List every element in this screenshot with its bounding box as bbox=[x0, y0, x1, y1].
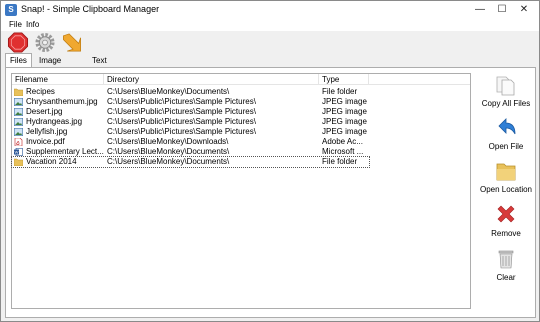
image-icon bbox=[14, 98, 23, 106]
cell-type: Microsoft ... bbox=[322, 147, 364, 156]
table-row[interactable]: W Supplementary Lect... C:\Users\BlueMon… bbox=[12, 147, 470, 157]
cell-directory: C:\Users\BlueMonkey\Documents\ bbox=[107, 157, 230, 166]
app-icon: S bbox=[5, 4, 17, 16]
cell-filename: Jellyfish.jpg bbox=[26, 127, 68, 136]
table-row[interactable]: Desert.jpg C:\Users\Public\Pictures\Samp… bbox=[12, 107, 470, 117]
copy-all-files-label: Copy All Files bbox=[481, 99, 531, 108]
cell-type: File folder bbox=[322, 87, 358, 96]
cell-type: JPEG image bbox=[322, 97, 367, 106]
copy-files-icon bbox=[496, 76, 515, 96]
red-x-icon bbox=[497, 205, 515, 223]
table-row[interactable]: Chrysanthemum.jpg C:\Users\Public\Pictur… bbox=[12, 97, 470, 107]
cell-type: JPEG image bbox=[322, 107, 367, 116]
gear-icon[interactable] bbox=[34, 32, 56, 53]
cell-filename: Chrysanthemum.jpg bbox=[26, 97, 98, 106]
tab-files[interactable]: Files bbox=[5, 53, 32, 67]
toolbar bbox=[1, 31, 539, 53]
pdf-icon bbox=[14, 138, 23, 146]
menu-info[interactable]: Info bbox=[26, 19, 39, 31]
title-bar: S Snap! - Simple Clipboard Manager — ☐ ✕ bbox=[1, 1, 539, 19]
cell-type: JPEG image bbox=[322, 117, 367, 126]
open-location-button[interactable]: Open Location bbox=[476, 160, 536, 194]
svg-text:W: W bbox=[15, 150, 19, 155]
open-location-label: Open Location bbox=[479, 185, 533, 194]
cell-filename: Recipes bbox=[26, 87, 55, 96]
table-row[interactable]: Jellyfish.jpg C:\Users\Public\Pictures\S… bbox=[12, 127, 470, 137]
remove-button[interactable]: Remove bbox=[476, 204, 536, 238]
cell-type: File folder bbox=[322, 157, 358, 166]
open-file-arrow-icon bbox=[498, 118, 516, 135]
cell-directory: C:\Users\BlueMonkey\Downloads\ bbox=[107, 137, 229, 146]
tab-image-clips[interactable]: Image Clips bbox=[35, 54, 65, 78]
arrow-icon[interactable] bbox=[61, 32, 83, 53]
cell-directory: C:\Users\Public\Pictures\Sample Pictures… bbox=[107, 107, 256, 116]
cell-directory: C:\Users\BlueMonkey\Documents\ bbox=[107, 147, 230, 156]
cell-directory: C:\Users\Public\Pictures\Sample Pictures… bbox=[107, 127, 256, 136]
stop-sign-icon[interactable] bbox=[7, 32, 29, 53]
clear-label: Clear bbox=[496, 273, 516, 282]
cell-directory: C:\Users\Public\Pictures\Sample Pictures… bbox=[107, 117, 256, 126]
column-header-filename[interactable]: Filename bbox=[12, 74, 104, 85]
menu-file[interactable]: File bbox=[9, 19, 22, 31]
folder-icon bbox=[14, 158, 23, 166]
column-header-directory[interactable]: Directory bbox=[104, 74, 319, 85]
cell-directory: C:\Users\BlueMonkey\Documents\ bbox=[107, 87, 230, 96]
open-file-button[interactable]: Open File bbox=[476, 117, 536, 151]
minimize-button[interactable]: — bbox=[469, 1, 491, 19]
window-title: Snap! - Simple Clipboard Manager bbox=[21, 4, 160, 14]
app-window: S Snap! - Simple Clipboard Manager — ☐ ✕… bbox=[0, 0, 540, 322]
menu-bar: File Info bbox=[1, 19, 539, 31]
close-button[interactable]: ✕ bbox=[513, 1, 535, 19]
files-panel: Filename Directory Type Recipes C:\Users… bbox=[5, 67, 536, 318]
image-icon bbox=[14, 108, 23, 116]
word-doc-icon: W bbox=[14, 148, 23, 156]
tab-text[interactable]: Text bbox=[88, 54, 111, 67]
cell-filename: Supplementary Lect... bbox=[26, 147, 104, 156]
cell-filename: Desert.jpg bbox=[26, 107, 63, 116]
cell-filename: Hydrangeas.jpg bbox=[26, 117, 83, 126]
folder-icon bbox=[14, 88, 23, 96]
table-row[interactable]: Invoice.pdf C:\Users\BlueMonkey\Download… bbox=[12, 137, 470, 147]
cell-directory: C:\Users\Public\Pictures\Sample Pictures… bbox=[107, 97, 256, 106]
open-file-label: Open File bbox=[488, 142, 524, 151]
column-header-type[interactable]: Type bbox=[319, 74, 369, 85]
table-row-selected[interactable]: Vacation 2014 C:\Users\BlueMonkey\Docume… bbox=[11, 156, 370, 168]
list-header: Filename Directory Type bbox=[12, 74, 470, 85]
maximize-button[interactable]: ☐ bbox=[491, 1, 513, 19]
cell-type: Adobe Ac... bbox=[322, 137, 363, 146]
cell-filename: Invoice.pdf bbox=[26, 137, 65, 146]
image-icon bbox=[14, 118, 23, 126]
folder-icon bbox=[496, 163, 516, 181]
files-list[interactable]: Filename Directory Type Recipes C:\Users… bbox=[11, 73, 471, 309]
table-row[interactable]: Hydrangeas.jpg C:\Users\Public\Pictures\… bbox=[12, 117, 470, 127]
trash-bin-icon bbox=[498, 250, 514, 269]
image-icon bbox=[14, 128, 23, 136]
clear-button[interactable]: Clear bbox=[476, 248, 536, 282]
action-panel: Copy All Files Open File Open Location R… bbox=[476, 68, 536, 317]
cell-type: JPEG image bbox=[322, 127, 367, 136]
remove-label: Remove bbox=[491, 229, 521, 238]
cell-filename: Vacation 2014 bbox=[26, 157, 77, 166]
copy-all-files-button[interactable]: Copy All Files bbox=[476, 74, 536, 108]
table-row[interactable]: Recipes C:\Users\BlueMonkey\Documents\ F… bbox=[12, 87, 470, 97]
